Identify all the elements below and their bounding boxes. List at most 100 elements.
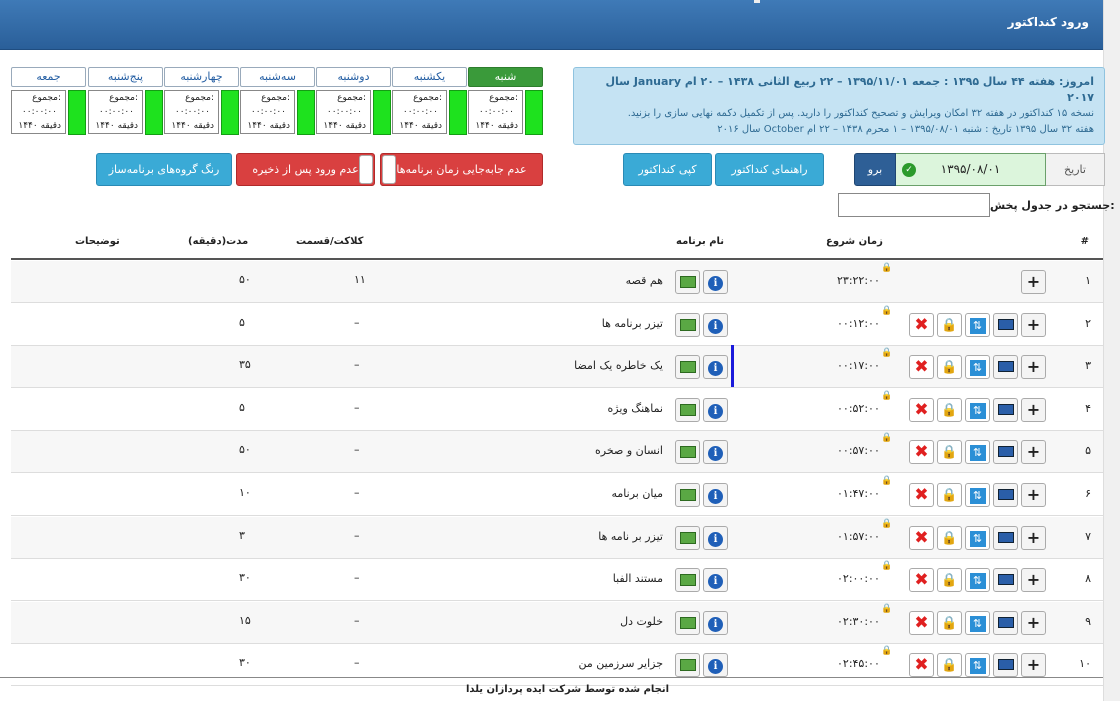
day-tab-label[interactable]: شنبه bbox=[468, 67, 543, 87]
monitor-icon[interactable] bbox=[993, 397, 1018, 422]
monitor-icon[interactable] bbox=[993, 440, 1018, 465]
monitor-icon[interactable] bbox=[993, 355, 1018, 380]
info-icon[interactable]: i bbox=[703, 483, 728, 507]
lock-button-icon[interactable]: 🔒 bbox=[937, 355, 962, 380]
lock-button-icon[interactable]: 🔒 bbox=[937, 653, 962, 678]
media-icon[interactable] bbox=[675, 483, 700, 507]
day-tab-label[interactable]: جمعه bbox=[11, 67, 86, 87]
day-tab-tuesday[interactable]: سه‌شنبه مجموع: ۰۰:۰۰:۰۰ ۱۴۴۰ دقیقه bbox=[240, 67, 315, 135]
add-icon[interactable]: + bbox=[1021, 270, 1046, 294]
media-icon[interactable] bbox=[675, 610, 700, 635]
group-colors-button[interactable]: رنگ گروه‌های برنامه‌ساز bbox=[96, 153, 232, 186]
date-input[interactable]: ✓ ۱۳۹۵/۰۸/۰۱ bbox=[895, 153, 1046, 186]
info-icon[interactable]: i bbox=[703, 397, 728, 422]
lock-button-icon[interactable]: 🔒 bbox=[937, 312, 962, 337]
monitor-icon[interactable] bbox=[993, 525, 1018, 550]
info-icon[interactable]: i bbox=[703, 525, 728, 550]
lock-button-icon[interactable]: 🔒 bbox=[937, 525, 962, 550]
swap-icon[interactable]: ⇅ bbox=[965, 483, 990, 507]
go-button[interactable]: برو bbox=[854, 153, 896, 186]
add-icon[interactable]: + bbox=[1021, 653, 1046, 678]
info-icon[interactable]: i bbox=[703, 653, 728, 678]
table-row[interactable]: ۴ ۰۰:۵۲:۰۰ 🔒 نماهنگ ویژه –۵ i + ⇅ 🔒 ✖ bbox=[11, 389, 1103, 431]
table-row[interactable]: ۸ ۰۲:۰۰:۰۰ 🔒 مستند الفبا –۳۰ i + ⇅ 🔒 ✖ bbox=[11, 559, 1103, 602]
table-row[interactable]: ۶ ۰۱:۴۷:۰۰ 🔒 میان برنامه –۱۰ i + ⇅ 🔒 ✖ bbox=[11, 474, 1103, 516]
table-row[interactable]: ۲ ۰۰:۱۲:۰۰ 🔒 تیزر برنامه ها –۵ i + ⇅ 🔒 ✖ bbox=[11, 304, 1103, 346]
info-icon[interactable]: i bbox=[703, 610, 728, 635]
lock-button-icon[interactable]: 🔒 bbox=[937, 440, 962, 465]
delete-icon[interactable]: ✖ bbox=[909, 610, 934, 635]
add-icon[interactable]: + bbox=[1021, 568, 1046, 593]
swap-icon[interactable]: ⇅ bbox=[965, 610, 990, 635]
lock-button-icon[interactable]: 🔒 bbox=[937, 610, 962, 635]
swap-icon[interactable]: ⇅ bbox=[965, 653, 990, 678]
media-icon[interactable] bbox=[675, 270, 700, 294]
add-icon[interactable]: + bbox=[1021, 483, 1046, 507]
delete-icon[interactable]: ✖ bbox=[909, 483, 934, 507]
lock-button-icon[interactable]: 🔒 bbox=[937, 568, 962, 593]
col-duration[interactable]: مدت(دقیقه) bbox=[188, 236, 248, 247]
table-row[interactable]: ۹ ۰۲:۳۰:۰۰ 🔒 خلوت دل –۱۵ i + ⇅ 🔒 ✖ bbox=[11, 601, 1103, 644]
media-icon[interactable] bbox=[675, 440, 700, 465]
day-tab-friday[interactable]: جمعه مجموع: ۰۰:۰۰:۰۰ ۱۴۴۰ دقیقه bbox=[11, 67, 86, 135]
day-tab-saturday[interactable]: شنبه مجموع: ۰۰:۰۰:۰۰ ۱۴۴۰ دقیقه bbox=[468, 67, 543, 135]
swap-icon[interactable]: ⇅ bbox=[965, 525, 990, 550]
col-num[interactable]: # bbox=[1081, 236, 1089, 247]
swap-icon[interactable]: ⇅ bbox=[965, 355, 990, 380]
monitor-icon[interactable] bbox=[993, 653, 1018, 678]
lock-button-icon[interactable]: 🔒 bbox=[937, 397, 962, 422]
swap-icon[interactable]: ⇅ bbox=[965, 312, 990, 337]
vertical-scrollbar[interactable] bbox=[1103, 0, 1120, 701]
delete-icon[interactable]: ✖ bbox=[909, 653, 934, 678]
day-tab-monday[interactable]: دوشنبه مجموع: ۰۰:۰۰:۰۰ ۱۴۴۰ دقیقه bbox=[316, 67, 391, 135]
delete-icon[interactable]: ✖ bbox=[909, 397, 934, 422]
day-tab-label[interactable]: سه‌شنبه bbox=[240, 67, 315, 87]
add-icon[interactable]: + bbox=[1021, 312, 1046, 337]
day-tab-label[interactable]: دوشنبه bbox=[316, 67, 391, 87]
guide-button[interactable]: راهنمای کنداکتور bbox=[715, 153, 824, 186]
table-row[interactable]: ۵ ۰۰:۵۷:۰۰ 🔒 انسان و صخره –۵۰ i + ⇅ 🔒 ✖ bbox=[11, 431, 1103, 474]
delete-icon[interactable]: ✖ bbox=[909, 312, 934, 337]
col-notes[interactable]: توضیحات bbox=[75, 236, 120, 247]
info-icon[interactable]: i bbox=[703, 440, 728, 465]
col-parts[interactable]: کلاکت/قسمت bbox=[296, 236, 363, 247]
no-move-toggle-button[interactable]: عدم جابه‌جایی زمان برنامه‌ها bbox=[380, 153, 543, 186]
table-row[interactable]: ۷ ۰۱:۵۷:۰۰ 🔒 تیزر بر نامه ها –۳ i + ⇅ 🔒 ✖ bbox=[11, 516, 1103, 559]
delete-icon[interactable]: ✖ bbox=[909, 355, 934, 380]
monitor-icon[interactable] bbox=[993, 483, 1018, 507]
table-row[interactable]: ۳ ۰۰:۱۷:۰۰ 🔒 یک خاطره یک امضا –۳۵ i + ⇅ 🔒 ✖ bbox=[11, 346, 1103, 389]
info-icon[interactable]: i bbox=[703, 312, 728, 337]
monitor-icon[interactable] bbox=[993, 568, 1018, 593]
swap-icon[interactable]: ⇅ bbox=[965, 568, 990, 593]
monitor-icon[interactable] bbox=[993, 312, 1018, 337]
swap-icon[interactable]: ⇅ bbox=[965, 397, 990, 422]
add-icon[interactable]: + bbox=[1021, 397, 1046, 422]
day-tab-label[interactable]: چهارشنبه bbox=[164, 67, 239, 87]
info-icon[interactable]: i bbox=[703, 355, 728, 380]
delete-icon[interactable]: ✖ bbox=[909, 440, 934, 465]
add-icon[interactable]: + bbox=[1021, 610, 1046, 635]
lock-button-icon[interactable]: 🔒 bbox=[937, 483, 962, 507]
table-row[interactable]: ۱ ۲۳:۲۲:۰۰ 🔒 هم قصه ۱۱ ۵۰ i + bbox=[11, 261, 1103, 303]
day-tab-sunday[interactable]: یکشنبه مجموع: ۰۰:۰۰:۰۰ ۱۴۴۰ دقیقه bbox=[392, 67, 467, 135]
media-icon[interactable] bbox=[675, 653, 700, 678]
day-tab-label[interactable]: یکشنبه bbox=[392, 67, 467, 87]
media-icon[interactable] bbox=[675, 312, 700, 337]
add-icon[interactable]: + bbox=[1021, 440, 1046, 465]
info-icon[interactable]: i bbox=[703, 270, 728, 294]
day-tab-wednesday[interactable]: چهارشنبه مجموع: ۰۰:۰۰:۰۰ ۱۴۴۰ دقیقه bbox=[164, 67, 239, 135]
delete-icon[interactable]: ✖ bbox=[909, 525, 934, 550]
media-icon[interactable] bbox=[675, 525, 700, 550]
col-name[interactable]: نام برنامه bbox=[676, 236, 724, 247]
col-start[interactable]: زمان شروع bbox=[826, 236, 883, 247]
day-tab-thursday[interactable]: پنج‌شنبه مجموع: ۰۰:۰۰:۰۰ ۱۴۴۰ دقیقه bbox=[88, 67, 163, 135]
media-icon[interactable] bbox=[675, 397, 700, 422]
search-input[interactable] bbox=[838, 193, 990, 217]
no-entry-toggle-button[interactable]: عدم ورود پس از ذخیره bbox=[236, 153, 375, 186]
info-icon[interactable]: i bbox=[703, 568, 728, 593]
copy-conductor-button[interactable]: کپی کنداکتور bbox=[623, 153, 712, 186]
add-icon[interactable]: + bbox=[1021, 525, 1046, 550]
media-icon[interactable] bbox=[675, 568, 700, 593]
media-icon[interactable] bbox=[675, 355, 700, 380]
day-tab-label[interactable]: پنج‌شنبه bbox=[88, 67, 163, 87]
